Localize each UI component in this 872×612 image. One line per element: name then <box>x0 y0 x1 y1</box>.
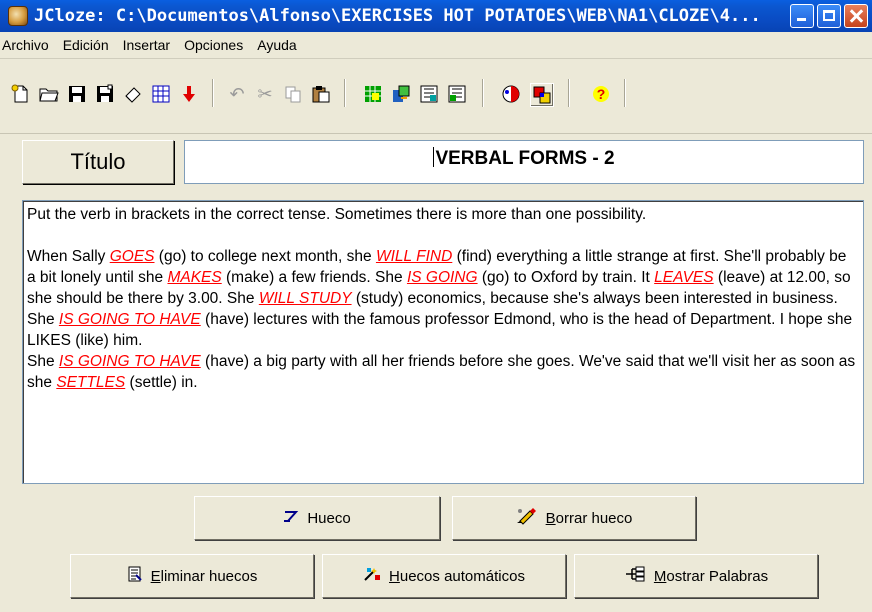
menu-archivo[interactable]: Archivo <box>0 37 56 53</box>
eraser-pencil-icon <box>516 507 538 529</box>
settings-alt-icon[interactable] <box>446 83 468 105</box>
menu-insertar[interactable]: Insertar <box>116 37 177 53</box>
exercise-text-area[interactable]: Put the verb in brackets in the correct … <box>22 200 864 484</box>
save-icon[interactable] <box>66 83 88 105</box>
exercise-paragraph-2: She IS GOING TO HAVE (have) a big party … <box>27 351 859 393</box>
web-icon[interactable] <box>150 83 172 105</box>
auto-gaps-button-label: Huecos automáticos <box>389 568 525 585</box>
magic-wand-icon <box>363 566 381 586</box>
text-segment: She <box>27 353 59 370</box>
gap-word[interactable]: GOES <box>110 248 155 265</box>
menu-opciones[interactable]: Opciones <box>177 37 250 53</box>
text-segment: (go) to college next month, she <box>154 248 376 265</box>
settings-icon[interactable] <box>418 83 440 105</box>
accelerator-key: M <box>653 567 667 585</box>
label-rest: liminar huecos <box>160 567 258 585</box>
title-label-button[interactable]: Título <box>22 140 174 184</box>
config-icon[interactable] <box>362 83 384 105</box>
gap-word[interactable]: SETTLES <box>56 374 125 391</box>
export-icon[interactable] <box>390 83 412 105</box>
menu-bar: Archivo Edición Insertar Opciones Ayuda <box>0 32 872 59</box>
copy-icon[interactable] <box>282 83 304 105</box>
delete-gap-button[interactable]: Borrar hueco <box>452 496 696 540</box>
remove-gaps-button[interactable]: Eliminar huecos <box>70 554 314 598</box>
toolbar-separator <box>212 79 214 107</box>
title-field[interactable]: VERBAL FORMS - 2 <box>184 140 864 184</box>
eraser-icon[interactable] <box>122 83 144 105</box>
toolbar-separator <box>482 79 484 107</box>
maximize-button[interactable] <box>817 4 841 28</box>
gap-word[interactable]: IS GOING <box>407 269 478 286</box>
paste-icon[interactable] <box>310 83 332 105</box>
view-icon[interactable] <box>500 83 522 105</box>
gap-button-label: Hueco <box>307 509 351 527</box>
accelerator-key: H <box>389 567 400 585</box>
label-rest: uecos automáticos <box>399 567 525 585</box>
accelerator-key: E <box>150 567 161 585</box>
gap-word[interactable]: WILL FIND <box>376 248 452 265</box>
text-segment: (go) to Oxford by train. It <box>477 269 655 286</box>
toolbar-separator <box>344 79 346 107</box>
auto-gaps-button[interactable]: Huecos automáticos <box>322 554 566 598</box>
split-icon[interactable] <box>530 83 554 107</box>
show-words-button[interactable]: Mostrar Palabras <box>574 554 818 598</box>
maximize-icon <box>823 10 835 21</box>
tree-list-icon <box>624 566 646 586</box>
save-as-icon[interactable] <box>94 83 116 105</box>
arrow-down-icon[interactable] <box>178 83 200 105</box>
gap-word[interactable]: LEAVES <box>654 269 713 286</box>
text-segment: (settle) in. <box>125 374 198 391</box>
window-controls <box>790 4 868 28</box>
help-icon[interactable]: ? <box>590 83 612 105</box>
minimize-icon <box>797 18 806 21</box>
svg-text:?: ? <box>597 86 606 102</box>
window-title: JCloze: C:\Documentos\Alfonso\EXERCISES … <box>34 6 761 26</box>
remove-gaps-button-label: Eliminar huecos <box>151 568 258 585</box>
gap-icon <box>283 509 299 527</box>
title-bar[interactable]: JCloze: C:\Documentos\Alfonso\EXERCISES … <box>0 0 872 32</box>
accelerator-key: B <box>545 509 556 527</box>
open-folder-icon[interactable] <box>38 83 60 105</box>
menu-ayuda[interactable]: Ayuda <box>250 37 303 53</box>
gap-button[interactable]: Hueco <box>194 496 440 540</box>
instruction-text: Put the verb in brackets in the correct … <box>27 206 647 223</box>
app-icon[interactable] <box>8 6 28 26</box>
document-icon <box>127 566 143 586</box>
close-button[interactable] <box>844 4 868 28</box>
minimize-button[interactable] <box>790 4 814 28</box>
gap-word[interactable]: IS GOING TO HAVE <box>59 311 201 328</box>
cut-icon[interactable]: ✂ <box>254 83 276 105</box>
toolbar: ↶ ✂ ? <box>0 59 872 134</box>
new-file-icon[interactable] <box>10 83 32 105</box>
show-words-button-label: Mostrar Palabras <box>654 568 768 585</box>
delete-gap-button-label: Borrar hueco <box>546 510 633 527</box>
toolbar-separator <box>624 79 626 107</box>
text-segment: When Sally <box>27 248 110 265</box>
text-segment: (make) a few friends. She <box>221 269 407 286</box>
undo-icon[interactable]: ↶ <box>226 83 248 105</box>
label-rest: ostrar Palabras <box>666 567 769 585</box>
exercise-paragraph-1: When Sally GOES (go) to college next mon… <box>27 246 859 351</box>
label-rest: orrar hueco <box>555 509 633 527</box>
gap-word[interactable]: IS GOING TO HAVE <box>59 353 201 370</box>
gap-word[interactable]: WILL STUDY <box>259 290 352 307</box>
toolbar-separator <box>568 79 570 107</box>
menu-edicion[interactable]: Edición <box>56 37 116 53</box>
title-value: VERBAL FORMS - 2 <box>435 148 615 169</box>
gap-word[interactable]: MAKES <box>167 269 221 286</box>
